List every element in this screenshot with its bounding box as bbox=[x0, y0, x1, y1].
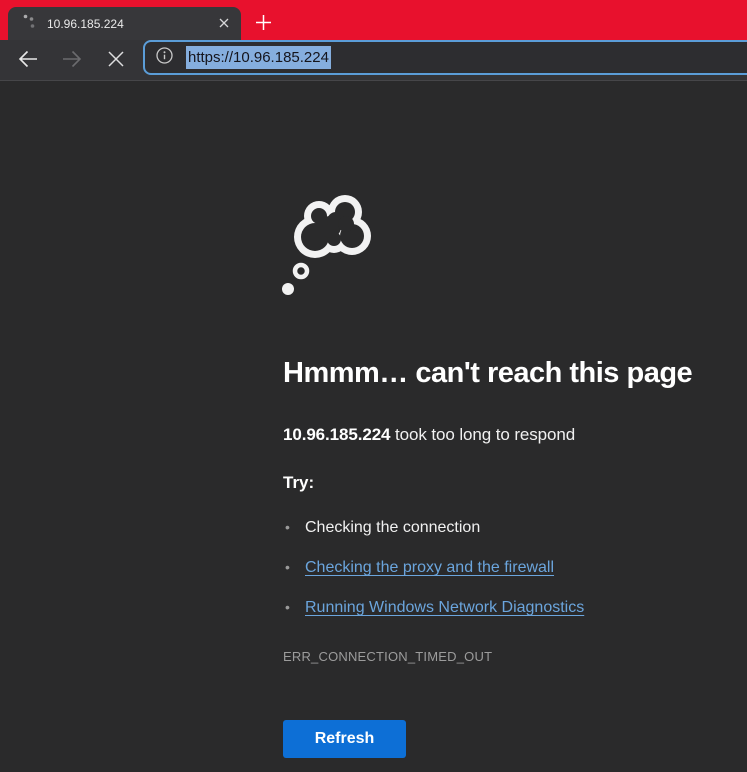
thought-cloud-icon bbox=[278, 191, 378, 306]
suggestion-list: • Checking the connection • Checking the… bbox=[283, 517, 584, 637]
forward-button[interactable] bbox=[58, 46, 86, 74]
list-item: • Checking the proxy and the firewall bbox=[283, 557, 584, 578]
plus-icon bbox=[255, 14, 272, 34]
arrow-left-icon bbox=[18, 49, 38, 72]
browser-window: 10.96.185.224 bbox=[0, 0, 747, 772]
tab-favicon-spinner-icon bbox=[21, 13, 37, 34]
address-bar[interactable]: https://10.96.185.224 bbox=[143, 40, 747, 75]
close-icon bbox=[107, 50, 125, 71]
back-button[interactable] bbox=[14, 46, 42, 74]
stop-button[interactable] bbox=[102, 46, 130, 74]
address-input[interactable]: https://10.96.185.224 bbox=[186, 46, 331, 69]
error-page-title: Hmmm… can't reach this page bbox=[283, 357, 692, 390]
proxy-firewall-link[interactable]: Checking the proxy and the firewall bbox=[305, 559, 554, 576]
list-item: • Running Windows Network Diagnostics bbox=[283, 597, 584, 618]
bullet-dot: • bbox=[285, 557, 290, 578]
bullet-dot: • bbox=[285, 517, 290, 538]
bullet-dot: • bbox=[285, 597, 290, 618]
browser-tab[interactable]: 10.96.185.224 bbox=[8, 7, 241, 40]
network-diagnostics-link[interactable]: Running Windows Network Diagnostics bbox=[305, 599, 584, 616]
error-page: Hmmm… can't reach this page 10.96.185.22… bbox=[0, 81, 747, 772]
list-item: • Checking the connection bbox=[283, 517, 584, 538]
error-page-subtitle: 10.96.185.224 took too long to respond bbox=[283, 425, 575, 445]
suggestion-text: Checking the connection bbox=[305, 519, 480, 536]
close-icon bbox=[219, 16, 229, 31]
subtitle-text: took too long to respond bbox=[390, 425, 575, 444]
title-bar: 10.96.185.224 bbox=[0, 0, 747, 40]
toolbar: https://10.96.185.224 bbox=[0, 40, 747, 81]
error-code: ERR_CONNECTION_TIMED_OUT bbox=[283, 649, 492, 664]
new-tab-button[interactable] bbox=[249, 10, 277, 38]
arrow-right-icon bbox=[62, 49, 82, 72]
tab-close-button[interactable] bbox=[213, 13, 235, 35]
refresh-button[interactable]: Refresh bbox=[283, 720, 406, 758]
site-info-icon[interactable] bbox=[155, 46, 174, 70]
try-label: Try: bbox=[283, 473, 314, 493]
host-name: 10.96.185.224 bbox=[283, 425, 390, 444]
tab-title: 10.96.185.224 bbox=[47, 17, 213, 31]
